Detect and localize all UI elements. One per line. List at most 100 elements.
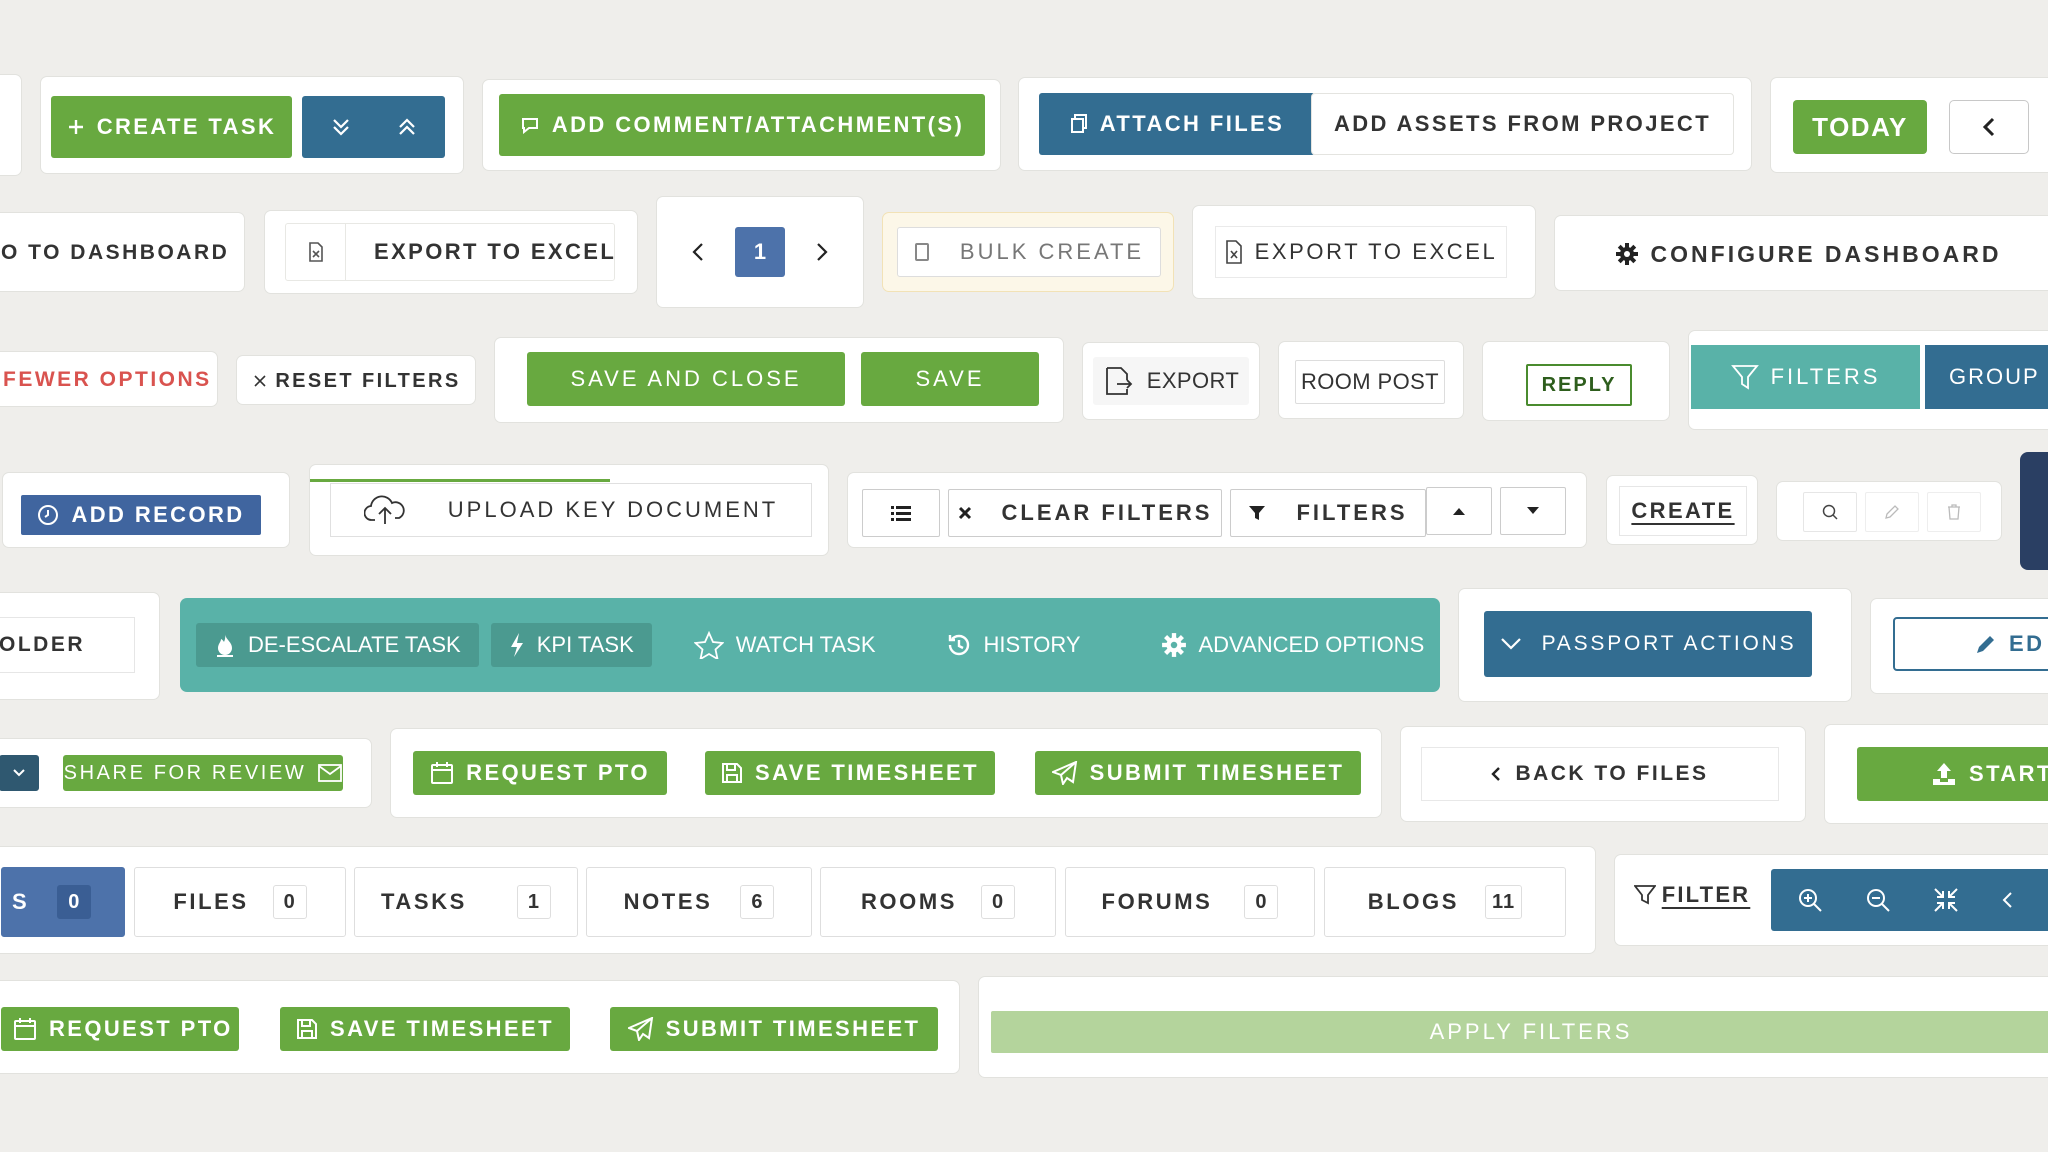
request-pto-button[interactable]: REQUEST PTO	[413, 751, 667, 795]
edit-button[interactable]	[1865, 492, 1919, 532]
page-next-button[interactable]	[797, 227, 847, 277]
clear-filters-button[interactable]: CLEAR FILTERS	[948, 489, 1222, 537]
collapse-icon[interactable]	[1933, 887, 1959, 913]
today-card: TODAY	[1770, 77, 2048, 173]
today-button[interactable]: TODAY	[1793, 100, 1927, 154]
list-view-button[interactable]	[862, 489, 940, 537]
back-dashboard-button[interactable]: O TO DASHBOARD	[1, 223, 227, 283]
folder-button[interactable]: OLDER	[0, 617, 135, 673]
back-to-files-button[interactable]: BACK TO FILES	[1421, 747, 1779, 801]
search-button[interactable]	[1803, 492, 1857, 532]
edit-action-button[interactable]: ED	[1893, 617, 2048, 671]
save-timesheet-button-2[interactable]: SAVE TIMESHEET	[280, 1007, 570, 1051]
previous-button[interactable]	[1949, 100, 2029, 154]
plus-icon	[67, 118, 85, 136]
save-timesheet-label: SAVE TIMESHEET	[755, 760, 979, 785]
upload-icon	[1931, 761, 1957, 787]
start-button[interactable]: START	[1857, 747, 2048, 801]
save-and-close-button[interactable]: SAVE AND CLOSE	[527, 352, 845, 406]
pencil-icon	[1975, 633, 1997, 655]
filters-group-card: FILTERS GROUP	[1688, 330, 2048, 430]
edit-label: ED	[2009, 631, 2045, 656]
star-icon	[693, 631, 724, 659]
zoom-in-icon[interactable]	[1797, 887, 1823, 913]
create-task-button[interactable]: CREATE TASK	[51, 96, 292, 158]
tab-rooms[interactable]: ROOMS 0	[820, 867, 1056, 937]
filters-button[interactable]: FILTERS	[1691, 345, 1920, 409]
pagination-card: 1	[656, 196, 864, 308]
kpi-task-button[interactable]: KPI TASK	[490, 623, 652, 667]
zoom-out-icon[interactable]	[1865, 887, 1891, 913]
submit-timesheet-button-2[interactable]: SUBMIT TIMESHEET	[610, 1007, 938, 1051]
page-prev-button[interactable]	[673, 227, 723, 277]
tab-blogs[interactable]: BLOGS 11	[1324, 867, 1566, 937]
share-for-review-button[interactable]: SHARE FOR REVIEW	[63, 755, 343, 791]
tab-files[interactable]: FILES 0	[134, 867, 346, 937]
share-dropdown-button[interactable]	[0, 755, 39, 791]
export-button[interactable]: EXPORT	[1093, 357, 1249, 405]
export-card: EXPORT	[1082, 342, 1260, 420]
group-button[interactable]: GROUP	[1925, 345, 2048, 409]
request-pto-button-2[interactable]: REQUEST PTO	[1, 1007, 239, 1051]
reply-label: REPLY	[1541, 373, 1617, 396]
filter-link-button[interactable]: FILTER	[1631, 873, 1753, 917]
advanced-options-label: ADVANCED OPTIONS	[1198, 632, 1425, 657]
export-excel-button-2[interactable]: EXPORT TO EXCEL	[1215, 226, 1507, 278]
file-export-icon	[1103, 365, 1135, 397]
sort-up-button[interactable]	[1426, 487, 1492, 535]
room-post-button[interactable]: ROOM POST	[1295, 360, 1445, 404]
tab-tasks[interactable]: TASKS 1	[354, 867, 578, 937]
page-number: 1	[753, 239, 767, 264]
tabs-card: S 0 FILES 0 TASKS 1 NOTES 6 ROOMS 0 FORU…	[0, 846, 1596, 954]
tab-forums[interactable]: FORUMS 0	[1065, 867, 1315, 937]
tab-active[interactable]: S 0	[1, 867, 125, 937]
back-to-files-label: BACK TO FILES	[1515, 762, 1709, 785]
passport-actions-button[interactable]: PASSPORT ACTIONS	[1484, 611, 1812, 677]
create-link-button[interactable]: CREATE	[1619, 486, 1747, 536]
pencil-icon	[1884, 504, 1900, 520]
reset-filters-button[interactable]: RESET FILTERS	[247, 358, 467, 404]
chevrons-up-icon[interactable]	[396, 116, 418, 138]
attach-files-button[interactable]: ATTACH FILES	[1039, 93, 1315, 155]
sort-down-button[interactable]	[1500, 487, 1566, 535]
tab-notes[interactable]: NOTES 6	[586, 867, 812, 937]
apply-filters-button[interactable]: APPLY FILTERS	[991, 1011, 2048, 1053]
back-files-card: BACK TO FILES	[1400, 726, 1806, 822]
caret-up-icon	[1453, 507, 1465, 515]
filters-toggle-label: FILTERS	[1296, 500, 1408, 525]
watch-task-button[interactable]: WATCH TASK	[678, 623, 892, 667]
reply-button[interactable]: REPLY	[1526, 364, 1632, 406]
export-label: EXPORT	[1146, 368, 1240, 393]
create-task-label: CREATE TASK	[96, 114, 277, 139]
chevron-left-icon[interactable]	[2001, 891, 2013, 909]
apply-filters-label: APPLY FILTERS	[1429, 1019, 1633, 1044]
submit-timesheet-button[interactable]: SUBMIT TIMESHEET	[1035, 751, 1361, 795]
passport-actions-card: PASSPORT ACTIONS	[1458, 588, 1852, 702]
bulk-create-button[interactable]: BULK CREATE	[897, 227, 1161, 277]
export-excel-button-1[interactable]: EXPORT TO EXCEL	[285, 223, 615, 281]
page-current-button[interactable]: 1	[735, 227, 785, 277]
configure-dashboard-label: CONFIGURE DASHBOARD	[1650, 240, 2002, 267]
add-comment-button[interactable]: ADD COMMENT/ATTACHMENT(S)	[499, 94, 985, 156]
bulk-create-label: BULK CREATE	[959, 239, 1145, 264]
delete-button[interactable]	[1927, 492, 1981, 532]
save-button[interactable]: SAVE	[861, 352, 1039, 406]
add-assets-button[interactable]: ADD ASSETS FROM PROJECT	[1311, 93, 1734, 155]
gear-icon	[1615, 242, 1639, 266]
tab-count-badge: 0	[272, 885, 307, 919]
save-timesheet-button[interactable]: SAVE TIMESHEET	[705, 751, 995, 795]
configure-dashboard-button[interactable]: CONFIGURE DASHBOARD	[1563, 232, 2048, 276]
add-record-button[interactable]: ADD RECORD	[21, 495, 261, 535]
upload-key-document-button[interactable]: UPLOAD KEY DOCUMENT	[330, 483, 812, 537]
tab-count-badge: 0	[981, 885, 1016, 919]
advanced-options-button[interactable]: ADVANCED OPTIONS	[1145, 623, 1441, 667]
chevrons-down-icon[interactable]	[330, 116, 352, 138]
save-timesheet-label-2: SAVE TIMESHEET	[330, 1016, 554, 1041]
attach-files-card: ATTACH FILES ADD ASSETS FROM PROJECT	[1018, 77, 1752, 171]
deescalate-task-button[interactable]: DE-ESCALATE TASK	[196, 623, 479, 667]
request-pto-label: REQUEST PTO	[466, 760, 650, 785]
filter-link-label: FILTER	[1661, 882, 1751, 907]
history-button[interactable]: HISTORY	[930, 623, 1097, 667]
filters-toggle-button[interactable]: FILTERS	[1230, 489, 1426, 537]
fewer-options-button[interactable]: FEWER OPTIONS	[3, 356, 209, 404]
